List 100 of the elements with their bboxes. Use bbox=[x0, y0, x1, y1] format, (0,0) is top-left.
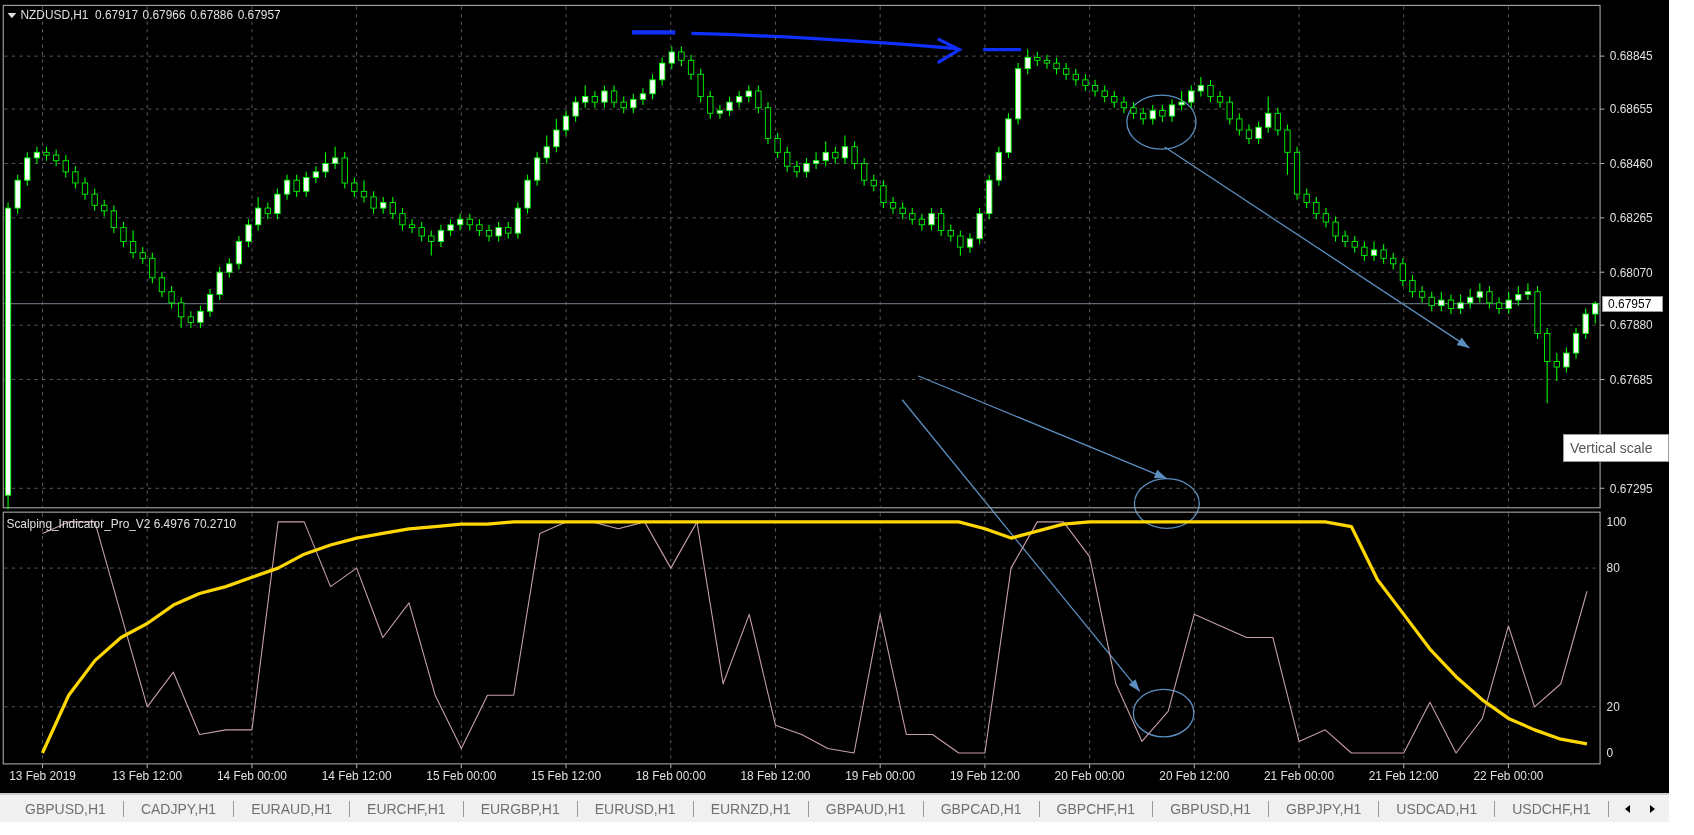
candle bbox=[1409, 274, 1416, 298]
marker-line bbox=[632, 30, 676, 35]
axis-label: 20 bbox=[1606, 700, 1620, 715]
candle bbox=[1159, 104, 1166, 123]
candle bbox=[283, 174, 291, 201]
candle bbox=[149, 252, 156, 284]
candle bbox=[812, 151, 820, 170]
candle bbox=[1005, 112, 1012, 159]
candle bbox=[255, 196, 262, 231]
axis-label: 14 Feb 12:00 bbox=[321, 769, 392, 784]
candle bbox=[976, 207, 983, 245]
candle bbox=[524, 174, 531, 215]
symbol-tab[interactable]: EURCHF,H1 bbox=[350, 800, 464, 817]
ellipse-mark bbox=[1126, 94, 1197, 150]
candle bbox=[235, 235, 243, 270]
candle bbox=[1428, 291, 1435, 312]
candle bbox=[572, 96, 579, 123]
axis-label: 18 Feb 00:00 bbox=[635, 769, 706, 784]
symbol-tab[interactable]: CADJPY,H1 bbox=[123, 800, 235, 817]
candle bbox=[485, 224, 493, 243]
candle bbox=[495, 221, 502, 243]
candle bbox=[1399, 257, 1406, 287]
candle bbox=[784, 146, 791, 173]
candle bbox=[880, 179, 887, 209]
axis-label: 13 Feb 2019 bbox=[9, 769, 76, 784]
candle bbox=[582, 84, 589, 109]
candle bbox=[178, 296, 185, 329]
symbol-tab[interactable]: EURUSD,H1 bbox=[577, 800, 694, 817]
candle bbox=[1438, 291, 1445, 312]
candle bbox=[755, 84, 762, 114]
candle bbox=[630, 93, 637, 114]
candle bbox=[1582, 307, 1589, 340]
candle bbox=[332, 146, 339, 170]
candle bbox=[62, 154, 69, 178]
candle bbox=[33, 146, 41, 164]
ellipse-mark bbox=[1133, 477, 1200, 529]
symbol-tab[interactable]: EURGBP,H1 bbox=[463, 800, 578, 817]
candle bbox=[91, 188, 98, 212]
candle bbox=[1197, 76, 1204, 98]
symbol-tab[interactable]: USDCHF,H1 bbox=[1495, 800, 1609, 817]
candle bbox=[928, 207, 935, 231]
candle bbox=[1534, 285, 1541, 340]
candle bbox=[226, 257, 233, 279]
candle bbox=[1130, 101, 1137, 120]
axis-label: 13 Feb 12:00 bbox=[112, 769, 183, 784]
ellipse-mark bbox=[1132, 688, 1195, 738]
candle bbox=[1342, 229, 1349, 248]
axis-label: 80 bbox=[1606, 561, 1620, 576]
candle bbox=[861, 157, 868, 187]
symbol-tab[interactable]: GBPJPY,H1 bbox=[1269, 800, 1380, 817]
candle bbox=[966, 232, 974, 254]
price-readout: 0.67966 bbox=[142, 8, 186, 23]
dropdown-icon[interactable] bbox=[7, 12, 17, 19]
symbol-tab[interactable]: USDCAD,H1 bbox=[1379, 800, 1496, 817]
candle bbox=[168, 285, 175, 309]
symbol-tab[interactable]: GBPUSD,H1 bbox=[1153, 800, 1270, 817]
candle bbox=[822, 140, 829, 167]
candle bbox=[1082, 73, 1089, 92]
price-readout: 0.67957 bbox=[237, 8, 281, 23]
candle bbox=[803, 157, 810, 178]
candle bbox=[562, 109, 570, 137]
price-label: 0.68845 bbox=[1609, 49, 1653, 64]
price-label: 0.68460 bbox=[1609, 156, 1653, 171]
candle bbox=[245, 218, 252, 248]
candle bbox=[1293, 146, 1301, 201]
candle bbox=[101, 199, 108, 217]
price-label: 0.68265 bbox=[1609, 211, 1653, 226]
candle bbox=[678, 45, 685, 67]
axis-label: 20 Feb 00:00 bbox=[1054, 769, 1125, 784]
symbol-tab[interactable]: EURNZD,H1 bbox=[693, 800, 809, 817]
symbol-tab[interactable]: GBPCHF,H1 bbox=[1039, 800, 1154, 817]
candle bbox=[360, 179, 368, 204]
candle bbox=[1188, 84, 1195, 109]
candle bbox=[110, 204, 117, 234]
candle bbox=[120, 221, 127, 248]
candle bbox=[1053, 57, 1060, 75]
candle bbox=[341, 151, 348, 190]
symbol-tab[interactable]: EURAUD,H1 bbox=[234, 800, 351, 817]
candle bbox=[1332, 215, 1339, 243]
symbol-tab[interactable]: GBPUSD,H1 bbox=[8, 800, 124, 817]
symbol-tab[interactable]: GBPAUD,H1 bbox=[808, 800, 924, 817]
candle bbox=[986, 174, 993, 220]
candle bbox=[841, 135, 849, 164]
candle bbox=[1390, 252, 1397, 270]
candle bbox=[601, 84, 608, 109]
candle bbox=[1111, 90, 1118, 109]
axis-label: 21 Feb 00:00 bbox=[1264, 769, 1335, 784]
candle bbox=[187, 310, 194, 329]
candle bbox=[418, 221, 425, 243]
candle bbox=[158, 271, 166, 298]
candle bbox=[716, 104, 723, 120]
symbol-tab[interactable]: GBPCAD,H1 bbox=[923, 800, 1040, 817]
candle bbox=[697, 68, 704, 103]
candle bbox=[764, 101, 772, 145]
candle bbox=[1313, 196, 1320, 220]
candle bbox=[947, 224, 954, 243]
candle bbox=[889, 196, 897, 215]
candle bbox=[1322, 207, 1330, 229]
candle bbox=[1419, 285, 1426, 304]
axis-label: 20 Feb 12:00 bbox=[1159, 769, 1230, 784]
